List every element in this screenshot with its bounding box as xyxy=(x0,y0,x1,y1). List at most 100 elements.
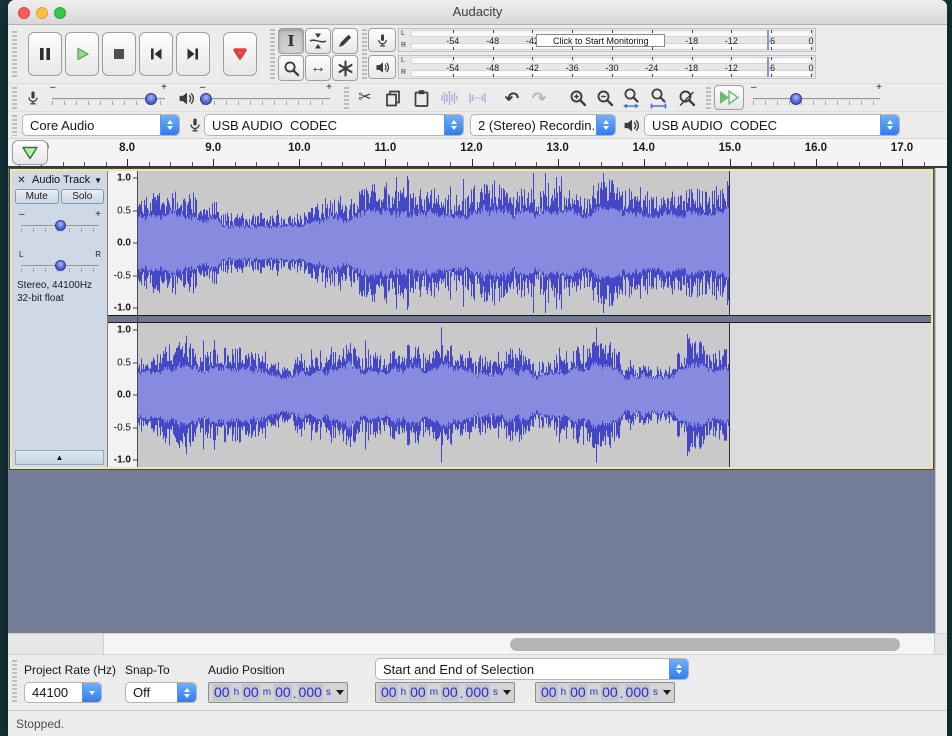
paste-button[interactable] xyxy=(408,85,434,111)
fit-project-button[interactable] xyxy=(646,85,672,111)
slider-thumb[interactable] xyxy=(55,220,66,231)
vertical-scrollbar[interactable] xyxy=(935,168,947,633)
snap-to-select[interactable]: Off xyxy=(125,682,197,703)
channel-separator[interactable] xyxy=(138,315,931,323)
skip-to-start-button[interactable] xyxy=(139,32,173,76)
playback-volume-slider[interactable]: – + xyxy=(202,92,330,106)
audio-position-field[interactable]: 00h00m00.000s xyxy=(208,682,348,703)
time-digit-group[interactable]: 00 xyxy=(601,684,619,701)
tools-toolbar-grip[interactable] xyxy=(270,29,275,80)
selection-end-field[interactable]: 00h00m00.000s xyxy=(535,682,675,703)
title-bar[interactable]: Audacity xyxy=(8,0,947,25)
redo-button[interactable]: ↷ xyxy=(526,85,552,111)
cut-button[interactable]: ✂ xyxy=(352,85,378,111)
horizontal-scrollbar[interactable] xyxy=(8,633,947,655)
waveform-left-channel[interactable] xyxy=(138,171,931,315)
play-button[interactable] xyxy=(65,32,99,76)
scrollbar-thumb[interactable] xyxy=(510,638,900,651)
collapse-track-button[interactable]: ▲ xyxy=(15,450,104,465)
record-volume-slider[interactable]: – + xyxy=(52,92,165,106)
zoom-out-button[interactable] xyxy=(592,85,618,111)
ruler-minor-tick xyxy=(278,162,279,166)
mixer-toolbar-grip[interactable] xyxy=(12,87,17,109)
undo-button[interactable]: ↶ xyxy=(499,85,525,111)
record-meter-button[interactable] xyxy=(368,28,396,52)
project-rate-select[interactable]: 44100 xyxy=(24,682,102,703)
meter-tick xyxy=(612,30,613,33)
time-digit-group[interactable]: 00 xyxy=(274,684,292,701)
timeline-scale[interactable]: 7.08.09.010.011.012.013.014.015.016.017.… xyxy=(8,139,947,166)
pause-button[interactable] xyxy=(28,32,62,76)
time-digit-group[interactable]: 00 xyxy=(409,684,427,701)
play-at-speed-button[interactable] xyxy=(714,85,744,110)
waveform-right-channel[interactable] xyxy=(138,323,931,467)
record-button[interactable] xyxy=(223,32,257,76)
solo-button[interactable]: Solo xyxy=(61,189,105,204)
skip-to-end-button[interactable] xyxy=(176,32,210,76)
time-format-arrow-icon[interactable] xyxy=(663,690,671,695)
time-format-arrow-icon[interactable] xyxy=(336,690,344,695)
track-menu-arrow-icon: ▼ xyxy=(94,176,102,185)
toolbar-row-2: – + – + ✂ xyxy=(8,84,947,112)
slider-minus-label: – xyxy=(751,83,757,93)
edit-toolbar-grip[interactable] xyxy=(344,87,349,109)
multi-tool-button[interactable] xyxy=(332,55,358,81)
time-digit-group[interactable]: 00 xyxy=(441,684,459,701)
play-at-speed-grip[interactable] xyxy=(706,87,711,109)
slider-thumb[interactable] xyxy=(200,93,212,105)
recording-channels-select[interactable]: 2 (Stereo) Recordin... xyxy=(470,114,616,136)
zoom-in-button[interactable] xyxy=(565,85,591,111)
time-digit-group[interactable]: 00 xyxy=(380,684,398,701)
time-digit-group[interactable]: 000 xyxy=(465,684,490,701)
time-digit-group[interactable]: 00 xyxy=(213,684,231,701)
selection-toolbar-grip[interactable] xyxy=(12,660,17,704)
copy-button[interactable] xyxy=(380,85,406,111)
mute-button[interactable]: Mute xyxy=(15,189,59,204)
time-digit-group[interactable]: 00 xyxy=(242,684,260,701)
audio-host-select[interactable]: Core Audio xyxy=(22,114,180,136)
silence-audio-button[interactable] xyxy=(464,85,490,111)
time-digit-group[interactable]: 000 xyxy=(625,684,650,701)
time-digit-group[interactable]: 00 xyxy=(540,684,558,701)
gain-slider[interactable]: – + xyxy=(21,219,99,233)
track-control-panel[interactable]: ✕ Audio Track ▼ Mute Solo – + xyxy=(12,171,108,467)
device-toolbar-grip[interactable] xyxy=(12,115,17,136)
zoom-tool-button[interactable] xyxy=(278,55,304,81)
selection-mode-select[interactable]: Start and End of Selection xyxy=(375,658,689,680)
selection-start-field[interactable]: 00h00m00.000s xyxy=(375,682,515,703)
timeline-ruler[interactable]: 7.08.09.010.011.012.013.014.015.016.017.… xyxy=(8,139,947,168)
track-menu[interactable]: Audio Track ▼ xyxy=(29,174,105,186)
stop-button[interactable] xyxy=(102,32,136,76)
time-format-arrow-icon[interactable] xyxy=(503,690,511,695)
zoom-toggle-button[interactable] xyxy=(674,85,700,111)
close-track-button[interactable]: ✕ xyxy=(14,173,29,187)
meter-toolbar-grip[interactable] xyxy=(362,29,367,80)
pan-slider[interactable]: L R xyxy=(21,259,99,273)
vertical-scale-ruler[interactable]: 1.00.50.0-0.5-1.0 1.00.50.0-0.5-1.0 xyxy=(108,171,138,467)
ruler-label: 8.0 xyxy=(119,142,135,154)
slider-thumb[interactable] xyxy=(55,260,66,271)
clip-end-boundary[interactable] xyxy=(729,171,730,315)
envelope-tool-button[interactable] xyxy=(305,28,331,54)
play-speed-slider[interactable]: – + xyxy=(753,92,880,106)
fit-selection-button[interactable] xyxy=(619,85,645,111)
ruler-minor-tick xyxy=(579,162,580,166)
monitoring-overlay[interactable]: Click to Start Monitoring xyxy=(536,34,665,47)
clip-end-boundary[interactable] xyxy=(729,323,730,467)
playback-device-select[interactable]: USB AUDIO CODEC xyxy=(644,114,900,136)
timeline-pin-button[interactable] xyxy=(12,140,48,165)
time-digit-group[interactable]: 000 xyxy=(298,684,323,701)
time-unit-label: m xyxy=(263,687,271,698)
playback-meter-button[interactable] xyxy=(368,55,396,79)
draw-tool-button[interactable] xyxy=(332,28,358,54)
timeshift-tool-button[interactable]: ↔ xyxy=(305,55,331,81)
trim-audio-button[interactable] xyxy=(436,85,462,111)
recording-meter[interactable]: L R -54-48-42-36-30-24-18-12-60 Click to… xyxy=(398,28,816,52)
time-digit-group[interactable]: 00 xyxy=(569,684,587,701)
audio-track[interactable]: ✕ Audio Track ▼ Mute Solo – + xyxy=(10,169,933,469)
playback-meter[interactable]: L R -54-48-42-36-30-24-18-12-60 xyxy=(398,55,816,79)
recording-device-select[interactable]: USB AUDIO CODEC xyxy=(204,114,464,136)
selection-tool-button[interactable]: I xyxy=(278,28,304,54)
ruler-label: 16.0 xyxy=(805,142,827,154)
transport-toolbar-grip[interactable] xyxy=(12,31,17,77)
